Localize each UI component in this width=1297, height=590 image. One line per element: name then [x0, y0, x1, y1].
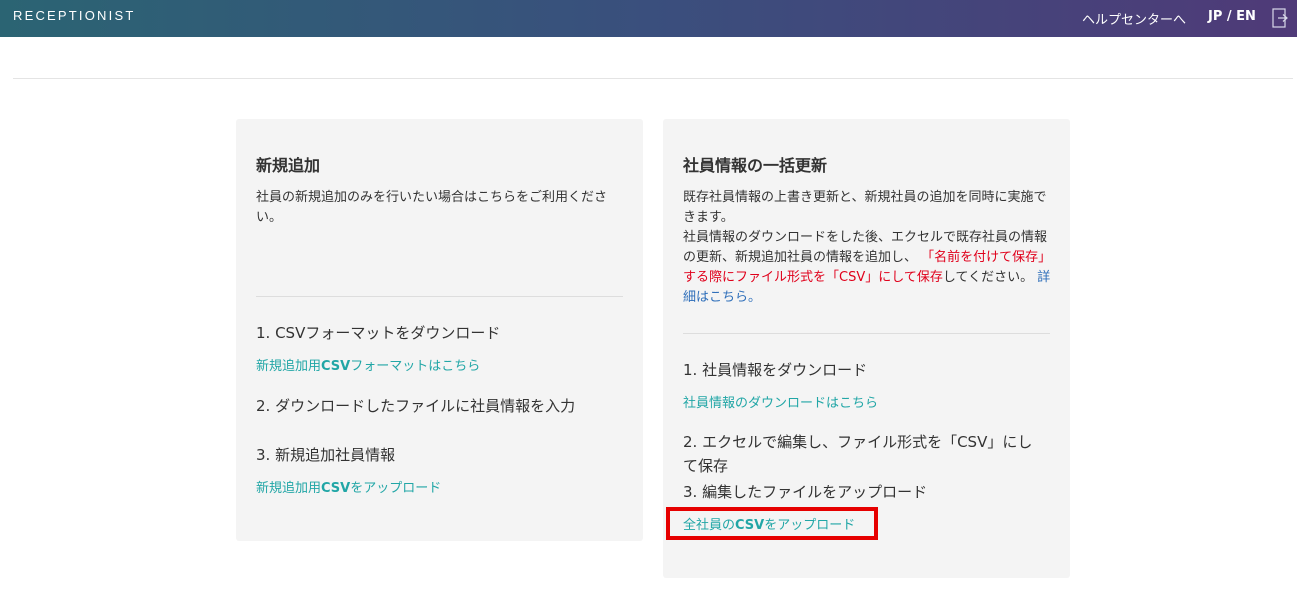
download-employee-info-link[interactable]: 社員情報のダウンロードはこちら [683, 392, 878, 411]
bulk-update-step3: 3. 編集したファイルをアップロード [683, 483, 928, 501]
logout-icon[interactable] [1272, 8, 1288, 28]
bulk-update-step2: 2. エクセルで編集し、ファイル形式を「CSV」にして保存 [683, 433, 1033, 475]
new-add-description: 社員の新規追加のみを行いたい場合はこちらをご利用ください。 [256, 190, 608, 225]
new-add-step1: 1. CSVフォーマットをダウンロード [256, 324, 501, 342]
card-divider [256, 296, 623, 297]
bulk-update-step1: 1. 社員情報をダウンロード [683, 361, 868, 379]
upload-new-csv-link[interactable]: 新規追加用CSVをアップロード [256, 477, 441, 496]
new-add-card: 新規追加 社員の新規追加のみを行いたい場合はこちらをご利用ください。 1. CS… [236, 119, 643, 541]
language-switcher[interactable]: JP / EN [1208, 9, 1256, 24]
help-center-link[interactable]: ヘルプセンターへ [1082, 9, 1186, 28]
download-csv-format-link[interactable]: 新規追加用CSVフォーマットはこちら [256, 355, 480, 374]
card-divider [683, 333, 1050, 334]
top-navigation-bar: RECEPTIONIST ヘルプセンターへ JP / EN [0, 0, 1297, 37]
new-add-title: 新規追加 [256, 156, 321, 175]
new-add-step3: 3. 新規追加社員情報 [256, 446, 396, 464]
bulk-update-title: 社員情報の一括更新 [683, 156, 828, 175]
new-add-step2: 2. ダウンロードしたファイルに社員情報を入力 [256, 397, 576, 415]
bulk-update-description: 既存社員情報の上書き更新と、新規社員の追加を同時に実施できます。 社員情報のダウ… [683, 190, 1052, 305]
bulk-update-card: 社員情報の一括更新 既存社員情報の上書き更新と、新規社員の追加を同時に実施できま… [663, 119, 1070, 578]
brand-logo: RECEPTIONIST [13, 8, 136, 23]
header-divider [13, 78, 1293, 79]
upload-all-employees-csv-link[interactable]: 全社員のCSVをアップロード [683, 514, 855, 533]
